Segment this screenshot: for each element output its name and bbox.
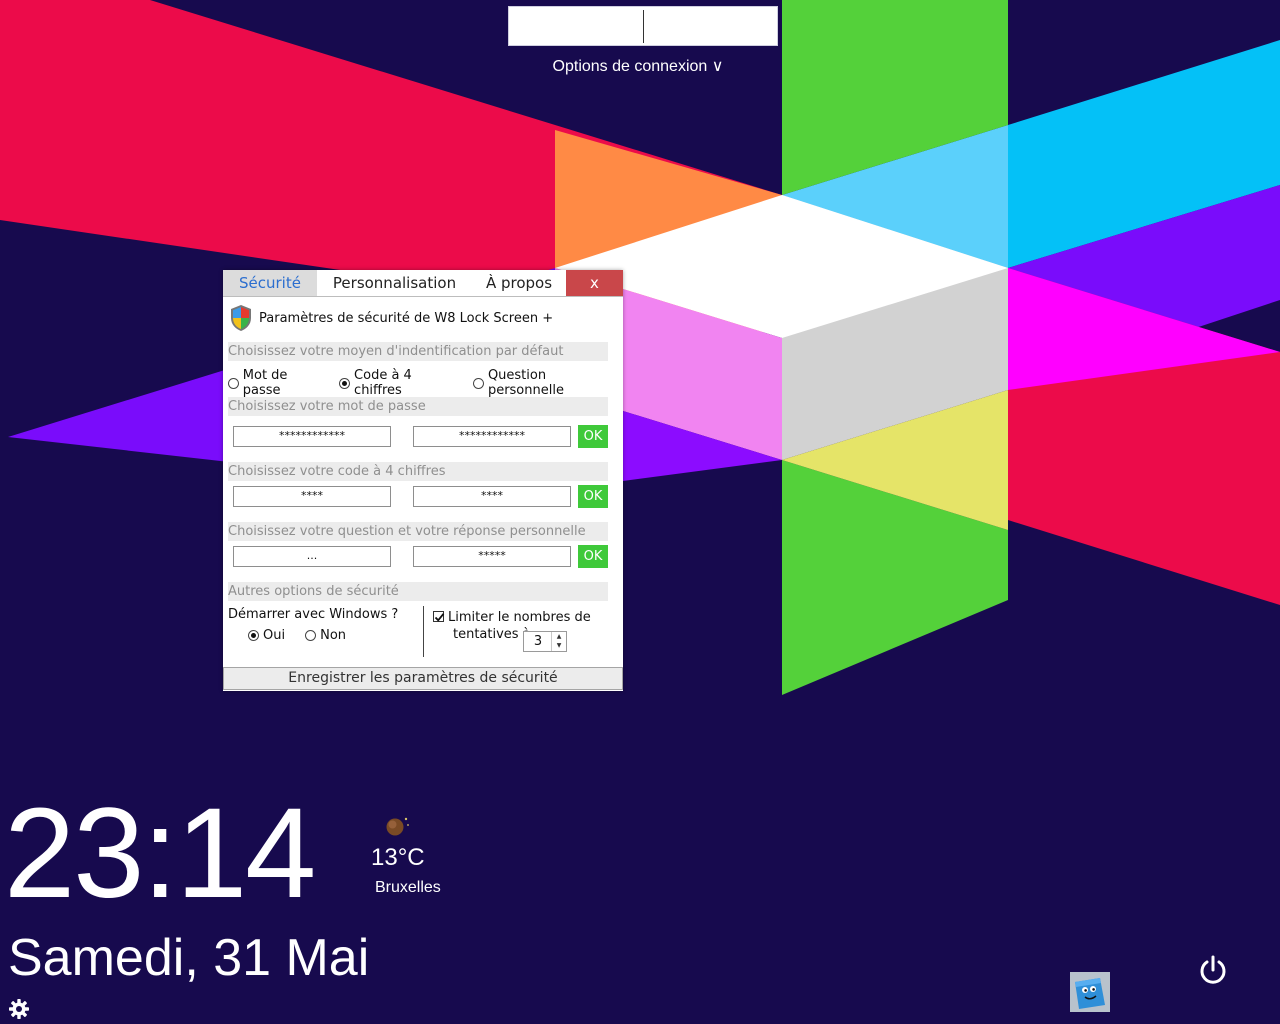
- start-with-windows-label: Démarrer avec Windows ?: [228, 607, 399, 622]
- tab-securite[interactable]: Sécurité: [223, 270, 317, 296]
- tab-a-propos[interactable]: À propos: [472, 270, 566, 296]
- spinner-arrows: ▲ ▼: [551, 632, 566, 651]
- auth-method-heading: Choisissez votre moyen d'indentification…: [228, 342, 608, 361]
- spinner-down-icon[interactable]: ▼: [552, 641, 566, 650]
- tab-bar: Sécurité Personnalisation À propos x: [223, 270, 623, 296]
- dialog-title-row: Paramètres de sécurité de W8 Lock Screen…: [229, 303, 553, 333]
- limit-attempts-label-2: tentatives à: [453, 627, 531, 642]
- attempts-value[interactable]: 3: [524, 632, 552, 651]
- shield-icon: [231, 305, 251, 331]
- radio-code-4-chiffres[interactable]: Code à 4 chiffres: [339, 368, 461, 398]
- radio-label: Non: [320, 628, 347, 643]
- radio-dot-selected: [339, 377, 351, 389]
- limit-attempts-checkbox[interactable]: [433, 611, 445, 622]
- vertical-divider: [423, 606, 424, 657]
- password-input[interactable]: [508, 6, 778, 46]
- limit-attempts-row: Limiter le nombres de tentatives à: [433, 609, 591, 643]
- radio-label: Mot de passe: [242, 368, 288, 398]
- password-confirm-field[interactable]: ************: [413, 426, 571, 447]
- question-ok-button[interactable]: OK: [578, 545, 608, 568]
- radio-label: Oui: [263, 628, 286, 643]
- weather-moon-icon: [386, 817, 409, 836]
- tab-divider: [223, 296, 623, 297]
- sticky-note-app-icon[interactable]: [1070, 972, 1110, 1012]
- security-settings-dialog: Sécurité Personnalisation À propos x Par…: [223, 270, 623, 691]
- password-field[interactable]: ************: [233, 426, 391, 447]
- attempts-spinner[interactable]: 3 ▲ ▼: [523, 631, 567, 652]
- password-ok-button[interactable]: OK: [578, 425, 608, 448]
- settings-gear-icon[interactable]: [8, 998, 30, 1020]
- question-heading: Choisissez votre question et votre répon…: [228, 522, 608, 541]
- spinner-up-icon[interactable]: ▲: [552, 632, 566, 641]
- checkmark-icon: [434, 613, 445, 622]
- radio-label: Code à 4 chiffres: [354, 368, 412, 398]
- tab-personnalisation[interactable]: Personnalisation: [317, 270, 472, 296]
- radio-dot: [228, 377, 239, 389]
- dialog-title: Paramètres de sécurité de W8 Lock Screen…: [259, 310, 554, 326]
- city: Bruxelles: [375, 879, 441, 896]
- code-heading: Choisissez votre code à 4 chiffres: [228, 462, 608, 481]
- radio-question-personnelle[interactable]: Question personnelle: [473, 368, 623, 398]
- code-field[interactable]: ****: [233, 486, 391, 507]
- question-field[interactable]: ...: [233, 546, 391, 567]
- other-options-heading: Autres options de sécurité: [228, 582, 608, 601]
- limit-attempts-label: Limiter le nombres de: [448, 610, 591, 625]
- password-heading: Choisissez votre mot de passe: [228, 397, 608, 416]
- power-icon[interactable]: [1197, 953, 1229, 987]
- radio-mot-de-passe[interactable]: Mot de passe: [228, 368, 327, 398]
- code-ok-button[interactable]: OK: [578, 485, 608, 508]
- radio-label: Question personnelle: [487, 368, 564, 398]
- date: Samedi, 31 Mai: [8, 929, 370, 987]
- clock: 23:14: [4, 782, 316, 925]
- temperature: 13°C: [371, 844, 425, 871]
- text-caret: [643, 10, 644, 43]
- save-security-settings-button[interactable]: Enregistrer les paramètres de sécurité: [223, 667, 623, 690]
- radio-dot-selected: [248, 630, 259, 641]
- start-with-windows-group: Oui Non: [248, 628, 346, 643]
- radio-oui[interactable]: Oui: [248, 628, 285, 643]
- login-options-link[interactable]: Options de connexion ∨: [508, 56, 768, 76]
- answer-field[interactable]: *****: [413, 546, 571, 567]
- radio-dot: [305, 630, 317, 641]
- code-confirm-field[interactable]: ****: [413, 486, 571, 507]
- close-button[interactable]: x: [566, 270, 623, 296]
- radio-non[interactable]: Non: [305, 628, 346, 643]
- auth-method-group: Mot de passe Code à 4 chiffres Question …: [228, 368, 623, 398]
- radio-dot: [473, 377, 484, 389]
